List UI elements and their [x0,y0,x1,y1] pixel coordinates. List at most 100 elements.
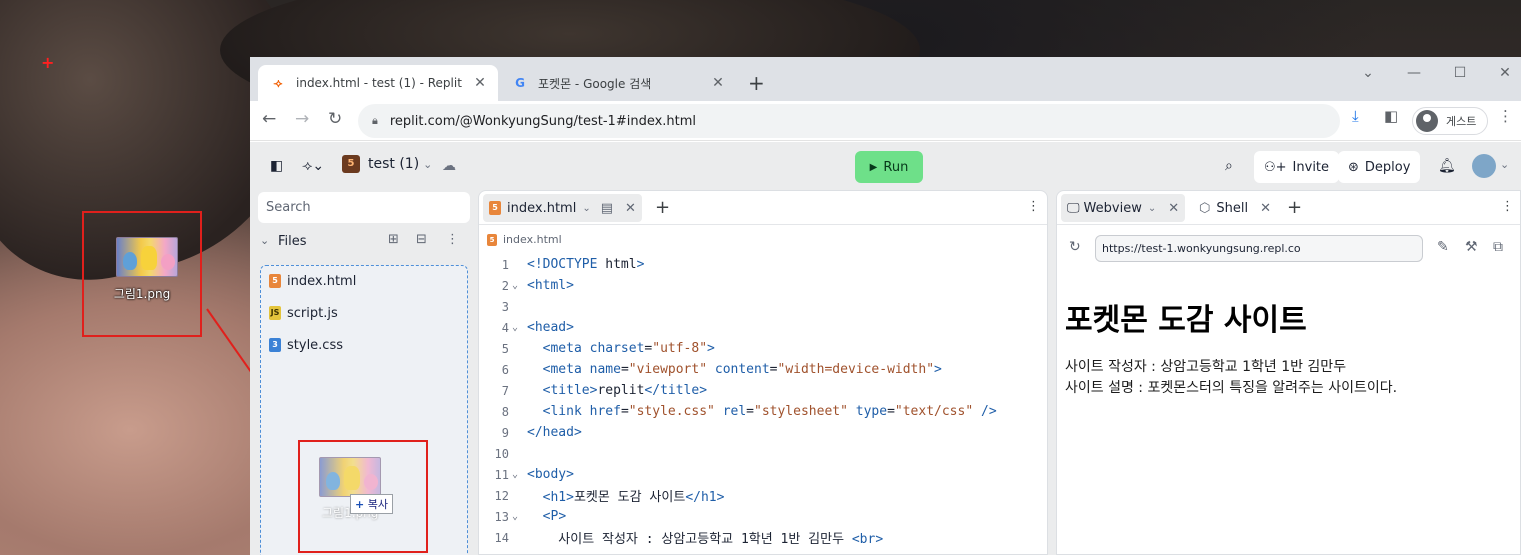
file-search-input[interactable]: Search [258,192,470,223]
invite-label: Invite [1292,159,1330,175]
user-avatar[interactable] [1472,154,1496,178]
file-name: style.css [287,337,343,353]
run-button[interactable]: ▶ Run [855,151,923,183]
plus-icon: + [355,498,365,511]
deploy-label: Deploy [1364,159,1411,175]
code-area[interactable]: 1 <!DOCTYPE html> 2 ⌄ <html> 3 4 ⌄ <head> 5 <meta… [479,254,1047,548]
deploy-button[interactable]: ⊛ Deploy [1338,151,1421,183]
add-tab-icon[interactable]: + [655,197,670,218]
tab-shell[interactable]: ⬡ Shell ✕ [1193,194,1277,222]
forward-icon[interactable]: → [295,109,309,129]
page-paragraph: 사이트 작성자 : 상암고등학교 1학년 1반 김만두 사이트 설명 : 포켓몬… [1065,357,1397,399]
image-file-thumbnail[interactable] [116,237,178,277]
close-icon[interactable]: ✕ [1168,201,1179,216]
line-number: 11 [494,467,509,482]
close-window-button[interactable]: ✕ [1482,65,1521,81]
chevron-down-icon[interactable]: ⌄ [1148,203,1156,214]
fold-chevron-icon[interactable]: ⌄ [509,322,521,333]
back-icon[interactable]: ← [262,109,276,129]
page-heading: 포켓몬 도감 사이트 [1065,303,1307,338]
fold-chevron-icon[interactable]: ⌄ [509,511,521,522]
line-number: 10 [494,446,509,461]
fold-chevron-icon[interactable]: ⌄ [509,469,521,480]
line-number: 7 [501,383,509,398]
chevron-down-icon[interactable]: ⌄ [260,234,269,247]
close-icon[interactable]: ✕ [625,201,636,216]
download-icon[interactable]: ⤓ [1352,107,1359,125]
tab-replit[interactable]: ⟢ index.html - test (1) - Replit ✕ [258,65,498,101]
code-line: 13 ⌄ <P> [479,506,1047,527]
address-url: replit.com/@WonkyungSung/test-1#index.ht… [389,113,697,129]
tab-title: 포켓몬 - Google 검색 [538,76,652,91]
copy-tooltip: + 복사 [350,494,393,514]
code-text: </head> [527,425,582,440]
dragging-image-thumbnail [319,457,381,497]
html-file-icon: 5 [489,201,501,215]
maximize-button[interactable]: ☐ [1437,65,1483,81]
edit-pencil-icon[interactable]: ✎ [1437,239,1449,255]
editor-tab-label: index.html [507,200,577,216]
tab-search-icon[interactable]: ⌄ [1345,65,1391,81]
close-icon[interactable]: ✕ [1260,201,1271,216]
add-tab-icon[interactable]: + [1287,197,1302,218]
sidebar-toggle-icon[interactable]: ◧ [270,158,283,174]
webview-url-bar[interactable]: https://test-1.wonkyungsung.repl.co [1095,235,1423,262]
lock-icon: 🔒︎ [372,114,378,127]
close-tab-icon[interactable]: ✕ [710,75,726,91]
new-file-icon[interactable]: ⊞ [388,232,399,247]
side-panel-icon[interactable]: ◧ [1384,107,1398,125]
menu-kebab-icon[interactable]: ⋮ [1498,107,1513,125]
chevron-down-icon: ⌄ [423,157,433,171]
line-number: 3 [501,299,509,314]
close-tab-icon[interactable]: ✕ [472,75,488,91]
tab-webview[interactable]: 🖵︎ Webview ⌄ ✕ [1061,194,1186,222]
fold-chevron-icon[interactable]: ⌄ [509,280,521,291]
invite-button[interactable]: ⚇+ Invite [1254,151,1340,183]
code-line: 6 <meta name="viewport" content="width=d… [479,359,1047,380]
file-item-style-css[interactable]: 3 style.css [269,334,343,356]
tab-google[interactable]: G 포켓몬 - Google 검색 ✕ [500,65,736,101]
code-text: <body> [527,467,574,482]
repl-name-button[interactable]: 5 test (1) ⌄ [342,155,432,173]
guest-avatar-icon [1416,110,1438,132]
profile-label: 게스트 [1446,115,1477,128]
webview-panel: 🖵︎ Webview ⌄ ✕ ⬡ Shell ✕ + ⋮ ↻ https://t… [1056,190,1521,555]
new-tab-button[interactable]: + [748,71,765,95]
code-text: <meta charset="utf-8"> [542,341,715,356]
code-text: <link href="style.css" rel="stylesheet" … [542,404,997,419]
bell-icon[interactable]: 🔔︎ [1438,158,1456,174]
html-file-icon: 5 [269,274,281,288]
reload-icon[interactable]: ↻ [328,109,342,129]
code-line: 10 [479,443,1047,464]
profile-button[interactable]: 게스트 [1412,107,1488,135]
replit-workspace: ◧ ⟢⌄ 5 test (1) ⌄ ☁ ▶ Run ⌕ ⚇+ Invite ⊛ … [250,142,1521,555]
file-item-script-js[interactable]: JS script.js [269,302,338,324]
replit-menu-icon[interactable]: ⟢⌄ [302,158,324,174]
paragraph-line: 사이트 설명 : 포켓몬스터의 특징을 알려주는 사이트이다. [1065,380,1398,396]
preview-icon[interactable]: ▤ [601,201,613,216]
devtools-wrench-icon[interactable]: ⚒ [1465,239,1478,255]
chevron-down-icon[interactable]: ⌄ [582,203,590,214]
reload-icon[interactable]: ↻ [1069,239,1081,255]
minimize-button[interactable]: — [1391,65,1437,81]
chevron-down-icon[interactable]: ⌄ [1500,158,1509,171]
editor-tab-bar: 5 index.html ⌄ ▤ ✕ + ⋮ [479,191,1047,225]
desktop-file-label: 그림1.png [113,287,171,301]
files-title: Files [278,234,307,249]
more-options-icon[interactable]: ⋮ [1027,199,1040,214]
drag-target-highlight: 그림1.png + 복사 [298,440,428,553]
line-number: 12 [494,488,509,503]
open-new-window-icon[interactable]: ⧉ [1493,239,1503,255]
new-folder-icon[interactable]: ⊟ [416,232,427,247]
editor-tab-index-html[interactable]: 5 index.html ⌄ ▤ ✕ [483,194,642,222]
more-options-icon[interactable]: ⋮ [446,232,459,247]
file-name: index.html [287,273,357,289]
copy-tooltip-label: 복사 [367,498,388,511]
line-number: 8 [501,404,509,419]
replit-favicon-icon: ⟢ [273,75,283,90]
file-item-index-html[interactable]: 5 index.html [269,270,356,292]
address-bar[interactable]: 🔒︎ replit.com/@WonkyungSung/test-1#index… [358,104,1340,138]
breadcrumb-file: index.html [503,233,562,246]
search-icon[interactable]: ⌕ [1225,158,1233,174]
more-options-icon[interactable]: ⋮ [1501,199,1514,214]
